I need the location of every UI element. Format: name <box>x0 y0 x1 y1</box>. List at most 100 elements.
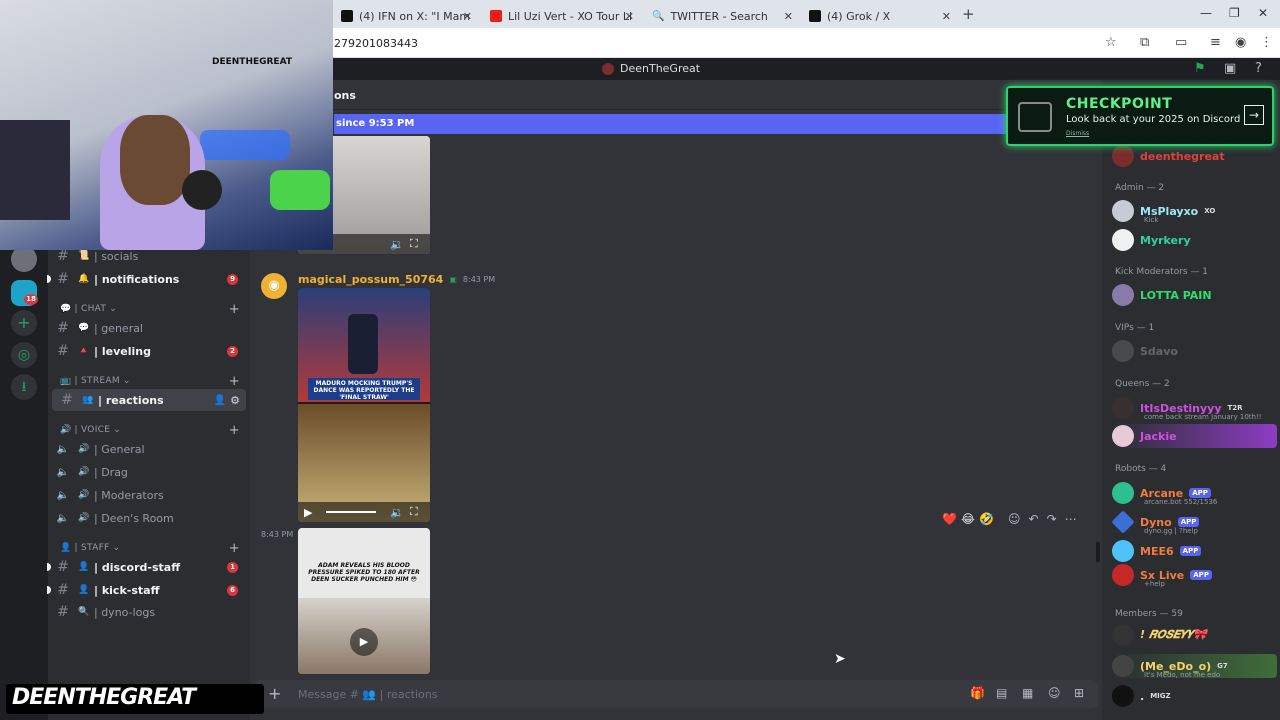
member-arcane[interactable]: Arcane APP arcane.bot 552/1536 <box>1112 481 1277 506</box>
channel-general[interactable]: # 💬 | general <box>48 317 248 339</box>
channel-kick-staff[interactable]: # 👤 | kick-staff 6 <box>47 579 248 601</box>
message-composer[interactable]: + Message # 👥 | reactions 🎁 ▤ ▦ ☺ ⊞ <box>254 680 1098 708</box>
mouse-cursor-icon: ➤ <box>834 651 846 667</box>
member-sx-live[interactable]: Sx Live APP +help <box>1112 563 1277 588</box>
category-voice[interactable]: 🔊 | VOICE ⌄ + <box>60 423 240 438</box>
member-msplayxo[interactable]: MsPlayxo XO Kick <box>1112 199 1277 224</box>
member-jackie[interactable]: Jackie <box>1112 424 1277 448</box>
member-migz[interactable]: . MIGZ <box>1112 684 1277 708</box>
reaction-joy[interactable]: 😂 <box>961 512 975 526</box>
help-icon[interactable]: ? <box>1255 61 1262 76</box>
inbox-icon[interactable]: ▣ <box>1224 61 1236 76</box>
forward-icon[interactable]: ↷ <box>1047 512 1057 526</box>
sticker-icon[interactable]: ▦ <box>1022 686 1033 700</box>
browser-tab[interactable]: 🔍 TWITTER - Search ✕ <box>644 4 799 28</box>
scrollbar[interactable] <box>1096 542 1100 562</box>
add-channel-icon[interactable]: + <box>229 302 240 317</box>
apps-icon[interactable]: ⊞ <box>1074 686 1084 700</box>
member-myrkery[interactable]: Myrkery <box>1112 228 1277 252</box>
play-icon[interactable]: ▶ <box>350 628 378 656</box>
cast-icon[interactable]: ▭ <box>1175 35 1187 50</box>
channel-reactions[interactable]: # 👥 | reactions 👤 ⚙ <box>52 389 246 411</box>
close-tab-icon[interactable]: ✕ <box>784 10 793 23</box>
message-author[interactable]: magical_possum_50764 ▣ 8:43 PM <box>298 273 495 286</box>
dismiss-link[interactable]: Dismiss <box>1066 130 1089 137</box>
more-icon[interactable]: ⋯ <box>1065 512 1077 526</box>
add-channel-icon[interactable]: + <box>229 423 240 438</box>
restore-icon[interactable]: ❐ <box>1229 6 1240 20</box>
voice-channel-deens-room[interactable]: 🔈 🔊 | Deen's Room <box>48 507 248 529</box>
close-tab-icon[interactable]: ✕ <box>625 10 634 23</box>
gif-icon[interactable]: ▤ <box>996 686 1007 700</box>
member-lotta-pain[interactable]: LOTTA PAIN <box>1112 283 1277 307</box>
channel-leveling[interactable]: # 🔺 | leveling 2 <box>48 340 248 362</box>
fullscreen-icon[interactable]: ⛶ <box>410 505 418 519</box>
arrow-right-icon[interactable]: → <box>1244 105 1264 125</box>
fullscreen-icon[interactable]: ⛶ <box>410 237 418 251</box>
channel-notifications[interactable]: # 🔔 | notifications 9 <box>47 268 248 290</box>
mention-badge: 1 <box>227 561 238 573</box>
channel-dyno-logs[interactable]: # 🔍 | dyno-logs <box>48 601 248 623</box>
user-avatar[interactable]: ◉ <box>261 273 287 299</box>
voice-channel-drag[interactable]: 🔈 🔊 | Drag <box>48 461 248 483</box>
invite-icon[interactable]: 👤 <box>214 395 226 406</box>
category-chat[interactable]: 💬 | CHAT ⌄ + <box>60 302 240 317</box>
profile-icon[interactable]: ◉ <box>1235 35 1246 50</box>
download-icon[interactable]: ⭳ <box>11 374 37 400</box>
checkpoint-banner[interactable]: CHECKPOINT Look back at your 2025 on Dis… <box>1006 86 1274 146</box>
discover-icon[interactable]: ◎ <box>11 342 37 368</box>
flag-icon[interactable]: ⚑ <box>1194 61 1206 76</box>
member-rosey[interactable]: ! 𝑹𝑶𝑺𝑬𝒀𝒀🎀 <box>1112 623 1277 647</box>
category-staff[interactable]: 👤 | STAFF ⌄ + <box>60 541 240 556</box>
video-attachment[interactable]: MADURO MOCKING TRUMP'S DANCE WAS REPORTE… <box>298 288 430 522</box>
attach-plus-icon[interactable]: + <box>268 684 281 703</box>
play-icon[interactable]: ▶ <box>304 506 312 519</box>
new-tab-button[interactable]: + <box>962 5 975 23</box>
reaction-rofl[interactable]: 🤣 <box>979 512 994 526</box>
add-channel-icon[interactable]: + <box>229 541 240 556</box>
volume-icon[interactable]: 🔉 <box>390 238 404 251</box>
channel-discord-staff[interactable]: # 👤 | discord-staff 1 <box>47 556 248 578</box>
progress-bar[interactable] <box>326 511 376 513</box>
webcam-overlay: DEENTHEGREAT <box>0 0 333 250</box>
browser-tab[interactable]: Lil Uzi Vert - XO Tour Llif3 ( Slo ✕ <box>482 4 640 28</box>
member-sdavo[interactable]: Sdavo <box>1112 339 1277 363</box>
new-messages-bar[interactable]: since 9:53 PM <box>334 114 1094 134</box>
extensions-icon[interactable]: ⧉ <box>1140 35 1149 50</box>
close-window-icon[interactable]: ✕ <box>1258 6 1268 20</box>
member-deenthegreat[interactable]: deenthegreat <box>1112 144 1277 168</box>
x-logo-icon <box>341 10 353 22</box>
bookmark-star-icon[interactable]: ☆ <box>1105 35 1117 50</box>
browser-tab[interactable]: (4) Grok / X ✕ <box>801 4 957 28</box>
video-attachment[interactable]: ADAM REVEALS HIS BLOOD PRESSURE SPIKED T… <box>298 528 430 674</box>
avatar <box>1112 340 1134 362</box>
member-dyno[interactable]: Dyno APP dyno.gg | ?help <box>1111 510 1277 535</box>
minimize-icon[interactable]: — <box>1200 6 1212 20</box>
voice-channel-general[interactable]: 🔈 🔊 | General <box>48 438 248 460</box>
url-text[interactable]: 279201083443 <box>334 37 418 50</box>
member-me-edo-o[interactable]: (Me_eDo_o) G7 It's Medo, not me edo <box>1112 654 1277 679</box>
category-stream[interactable]: 📺 | STREAM ⌄ + <box>60 374 240 389</box>
media-icon[interactable]: ≡ <box>1210 35 1221 50</box>
member-itisdestinyyy[interactable]: ItIsDestinyyy T2R come back stream Janua… <box>1112 396 1277 421</box>
message-input[interactable]: Message # 👥 | reactions <box>298 688 437 701</box>
add-server-icon[interactable]: + <box>11 310 37 336</box>
emoji-icon[interactable]: ☺ <box>1048 686 1061 700</box>
gear-icon[interactable]: ⚙ <box>230 394 240 407</box>
close-tab-icon[interactable]: ✕ <box>942 10 951 23</box>
menu-icon[interactable]: ⋮ <box>1260 35 1273 50</box>
avatar <box>1111 510 1135 534</box>
reply-icon[interactable]: ↶ <box>1029 512 1039 526</box>
close-tab-icon[interactable]: ✕ <box>463 10 472 23</box>
member-mee6[interactable]: MEE6 APP <box>1112 539 1277 563</box>
reaction-heart[interactable]: ❤️ <box>942 512 957 526</box>
quick-reactions: ❤️ 😂 🤣 <box>942 512 994 526</box>
add-channel-icon[interactable]: + <box>229 374 240 389</box>
chat-area: ons since 9:53 PM 🔉 ⛶ ◉ magical_possum_5… <box>250 80 1102 720</box>
volume-icon[interactable]: 🔉 <box>390 506 404 519</box>
voice-channel-moderators[interactable]: 🔈 🔊 | Moderators <box>48 484 248 506</box>
add-reaction-icon[interactable]: ☺ <box>1008 512 1021 526</box>
gift-icon[interactable]: 🎁 <box>970 686 985 700</box>
speaker-icon: 🔈 <box>56 512 70 524</box>
browser-tab[interactable]: (4) IFN on X: "I Mams Taylor is ✕ <box>333 4 478 28</box>
